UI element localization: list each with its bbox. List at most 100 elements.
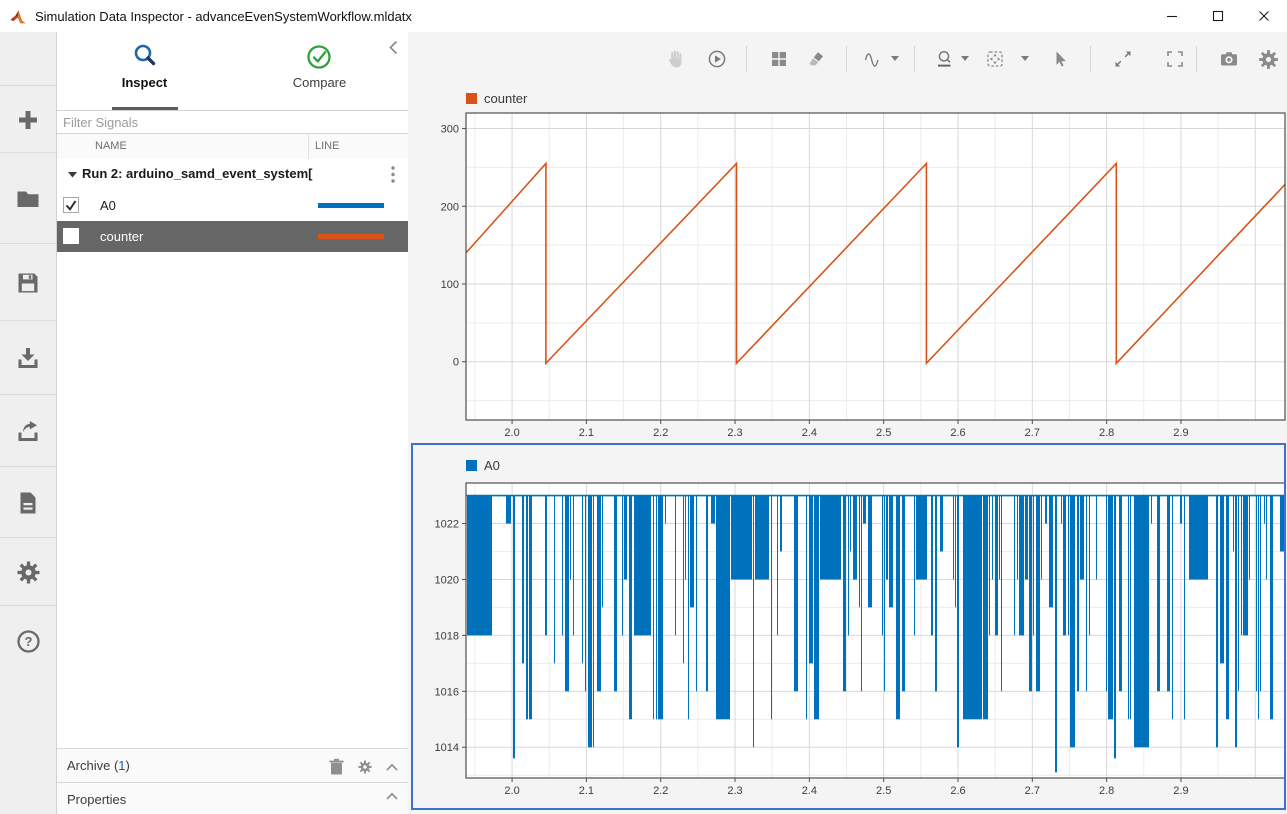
svg-text:2.6: 2.6 bbox=[950, 427, 965, 439]
svg-text:2.3: 2.3 bbox=[727, 785, 742, 797]
signal-table-header: NAME LINE bbox=[57, 134, 408, 160]
plot-toolbar bbox=[408, 32, 1287, 85]
zoom-time-icon bbox=[934, 48, 956, 70]
a0-legend-label: A0 bbox=[484, 458, 500, 473]
subplot-layout-button[interactable] bbox=[764, 43, 794, 75]
subplot-counter[interactable]: 2.02.12.22.32.42.52.62.72.82.90100200300 bbox=[408, 85, 1287, 443]
add-button[interactable] bbox=[0, 85, 56, 153]
open-button[interactable] bbox=[0, 152, 56, 244]
run-group-row[interactable]: Run 2: arduino_samd_event_system[ bbox=[57, 159, 408, 191]
subplot-a0[interactable]: 2.02.12.22.32.42.52.62.72.82.91014101610… bbox=[408, 443, 1287, 814]
fullscreen-button[interactable] bbox=[1160, 43, 1190, 75]
signal-display-button[interactable] bbox=[858, 43, 888, 75]
svg-text:2.0: 2.0 bbox=[504, 427, 519, 439]
create-report-button[interactable] bbox=[0, 466, 56, 538]
zoom-mode-dropdown[interactable] bbox=[961, 56, 971, 64]
snapshot-button[interactable] bbox=[1214, 43, 1244, 75]
grid-layout-icon bbox=[768, 48, 790, 70]
pointer-arrow-icon bbox=[1048, 48, 1070, 70]
collapse-panel-button[interactable] bbox=[388, 40, 402, 56]
svg-text:1022: 1022 bbox=[435, 519, 459, 531]
toolbar-separator bbox=[914, 46, 915, 72]
signal-display-dropdown[interactable] bbox=[891, 56, 901, 64]
left-toolbar: ? bbox=[0, 32, 57, 814]
counter-legend: counter bbox=[466, 91, 527, 106]
archive-label: Archive (1) bbox=[67, 758, 130, 773]
counter-line-swatch bbox=[318, 234, 384, 239]
export-icon bbox=[15, 418, 41, 444]
fit-mode-dropdown[interactable] bbox=[1021, 56, 1031, 64]
properties-label: Properties bbox=[67, 792, 126, 807]
minimize-button[interactable] bbox=[1149, 0, 1195, 31]
expand-plot-button[interactable] bbox=[1108, 43, 1138, 75]
gear-icon bbox=[1257, 48, 1280, 71]
replay-button[interactable] bbox=[702, 43, 732, 75]
a0-checkbox[interactable] bbox=[63, 197, 79, 213]
svg-text:2.5: 2.5 bbox=[876, 427, 891, 439]
svg-text:2.8: 2.8 bbox=[1099, 427, 1114, 439]
properties-section[interactable]: Properties bbox=[57, 782, 408, 814]
svg-text:200: 200 bbox=[441, 201, 459, 213]
plot-settings-button[interactable] bbox=[1253, 43, 1283, 75]
fullscreen-brackets-icon bbox=[1164, 48, 1186, 70]
caret-down-icon bbox=[961, 56, 969, 62]
column-header-name: NAME bbox=[95, 140, 127, 152]
svg-text:1016: 1016 bbox=[435, 686, 459, 698]
pan-button[interactable] bbox=[660, 43, 690, 75]
tab-compare[interactable]: Compare bbox=[232, 32, 407, 110]
eraser-icon bbox=[805, 48, 827, 70]
cursor-button[interactable] bbox=[1044, 43, 1074, 75]
svg-text:2.2: 2.2 bbox=[653, 427, 668, 439]
play-circle-icon bbox=[706, 48, 728, 70]
import-button[interactable] bbox=[0, 320, 56, 395]
export-button[interactable] bbox=[0, 394, 56, 467]
svg-text:2.7: 2.7 bbox=[1025, 427, 1040, 439]
svg-text:1014: 1014 bbox=[435, 742, 459, 754]
archive-collapse-chevron-icon[interactable] bbox=[386, 763, 398, 771]
caret-down-icon bbox=[891, 56, 899, 62]
signal-row-counter[interactable]: counter bbox=[57, 221, 408, 252]
zoom-in-time-button[interactable] bbox=[930, 43, 960, 75]
fit-to-view-button[interactable] bbox=[980, 43, 1010, 75]
mode-tabs: Inspect Compare bbox=[57, 32, 408, 110]
help-button[interactable]: ? bbox=[0, 605, 56, 676]
kebab-menu-icon[interactable] bbox=[390, 165, 396, 185]
fit-to-view-icon bbox=[984, 48, 1006, 70]
signal-row-a0[interactable]: A0 bbox=[57, 190, 408, 222]
gear-icon bbox=[15, 559, 42, 586]
toolbar-separator bbox=[746, 46, 747, 72]
tab-inspect-label: Inspect bbox=[122, 75, 168, 90]
toolbar-separator bbox=[1196, 46, 1197, 72]
camera-icon bbox=[1218, 48, 1240, 70]
filter-signals-input[interactable] bbox=[57, 111, 408, 133]
maximize-button[interactable] bbox=[1195, 0, 1241, 31]
archive-section[interactable]: Archive (1) bbox=[57, 748, 408, 783]
trash-icon[interactable] bbox=[329, 758, 344, 775]
charts-area: 2.02.12.22.32.42.52.62.72.82.90100200300… bbox=[408, 85, 1287, 814]
a0-signal-label: A0 bbox=[100, 198, 116, 213]
counter-legend-label: counter bbox=[484, 91, 527, 106]
counter-checkbox[interactable] bbox=[63, 228, 79, 244]
help-icon: ? bbox=[15, 628, 42, 655]
toolbar-separator bbox=[846, 46, 847, 72]
title-bar: Simulation Data Inspector - advanceEvenS… bbox=[0, 0, 1287, 33]
preferences-button[interactable] bbox=[0, 537, 56, 606]
compare-check-icon bbox=[305, 42, 335, 72]
tab-inspect[interactable]: Inspect bbox=[57, 32, 232, 110]
svg-text:2.9: 2.9 bbox=[1173, 785, 1188, 797]
svg-text:2.1: 2.1 bbox=[579, 785, 594, 797]
save-button[interactable] bbox=[0, 243, 56, 321]
svg-text:2.3: 2.3 bbox=[727, 427, 742, 439]
archive-gear-icon[interactable] bbox=[357, 759, 373, 775]
caret-down-icon bbox=[1021, 56, 1029, 62]
checkmark-icon bbox=[65, 200, 77, 211]
window-title: Simulation Data Inspector - advanceEvenS… bbox=[35, 9, 412, 24]
clear-plots-button[interactable] bbox=[801, 43, 831, 75]
svg-text:2.7: 2.7 bbox=[1025, 785, 1040, 797]
diagonal-arrows-icon bbox=[1112, 48, 1134, 70]
document-icon bbox=[15, 490, 41, 516]
inspect-magnifier-icon bbox=[130, 42, 160, 72]
toolbar-separator bbox=[1090, 46, 1091, 72]
properties-collapse-chevron-icon[interactable] bbox=[386, 792, 398, 800]
close-button[interactable] bbox=[1241, 0, 1287, 31]
